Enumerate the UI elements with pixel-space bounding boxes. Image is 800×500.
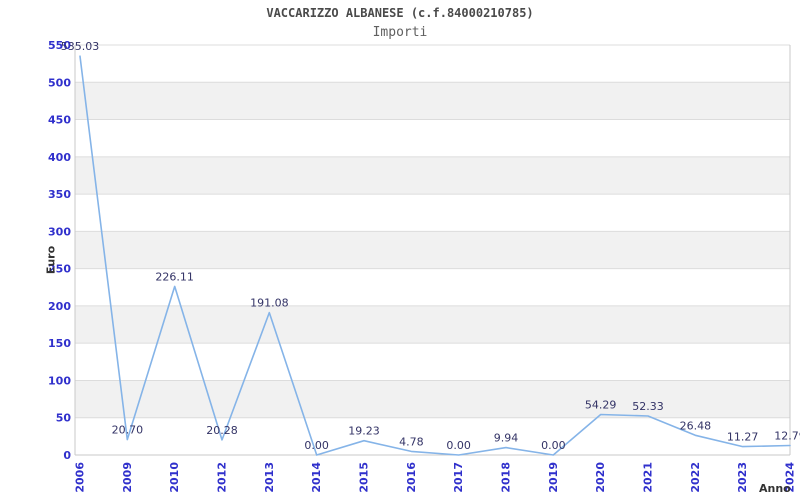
data-point-label: 535.03 [61,40,100,53]
x-tick-label: 2018 [500,462,513,493]
x-tick-label: 2010 [168,462,181,493]
data-point-label: 191.08 [250,297,289,310]
chart-window: VACCARIZZO ALBANESE (c.f.84000210785) Im… [0,0,800,500]
y-tick-label: 300 [48,225,71,238]
x-tick-label: 2013 [263,462,276,493]
data-point-label: 20.28 [206,424,238,437]
plot-band [75,231,790,269]
x-tick-label: 2023 [736,462,749,493]
y-tick-label: 450 [48,114,71,127]
y-tick-label: 0 [63,449,71,462]
x-tick-label: 2009 [121,462,134,493]
y-tick-label: 200 [48,300,71,313]
y-tick-label: 50 [56,412,72,425]
y-tick-label: 350 [48,188,71,201]
data-point-label: 4.78 [399,435,424,448]
x-tick-label: 2015 [358,462,371,493]
x-axis-title: Anno [759,482,791,495]
data-point-label: 19.23 [348,425,380,438]
data-point-label: 20.70 [112,424,144,437]
data-point-label: 0.00 [304,439,329,452]
data-point-label: 11.27 [727,431,759,444]
x-tick-label: 2019 [547,462,560,493]
x-tick-label: 2017 [452,462,465,493]
x-tick-label: 2020 [594,462,607,493]
plot-band [75,156,790,195]
plot-band [75,380,790,418]
y-axis-title: Euro [45,245,58,274]
y-tick-label: 500 [48,76,71,89]
y-tick-label: 400 [48,151,71,164]
x-tick-label: 2021 [642,462,655,493]
data-point-label: 54.29 [585,399,617,412]
data-point-label: 12.79 [774,429,800,442]
data-point-label: 9.94 [494,432,519,445]
data-point-label: 0.00 [541,439,566,452]
x-tick-label: 2012 [216,462,229,493]
y-tick-label: 150 [48,337,71,350]
x-tick-label: 2006 [74,462,87,493]
x-tick-label: 2016 [405,462,418,493]
data-point-label: 226.11 [155,270,194,283]
x-tick-label: 2022 [689,462,702,493]
y-tick-label: 100 [48,374,71,387]
data-point-label: 52.33 [632,400,664,413]
x-tick-label: 2014 [310,462,323,493]
data-point-label: 0.00 [446,439,471,452]
data-point-label: 26.48 [680,419,712,432]
plot-band [75,82,790,120]
chart-canvas: 0501001502002503003504004505005502006 200… [45,39,800,495]
